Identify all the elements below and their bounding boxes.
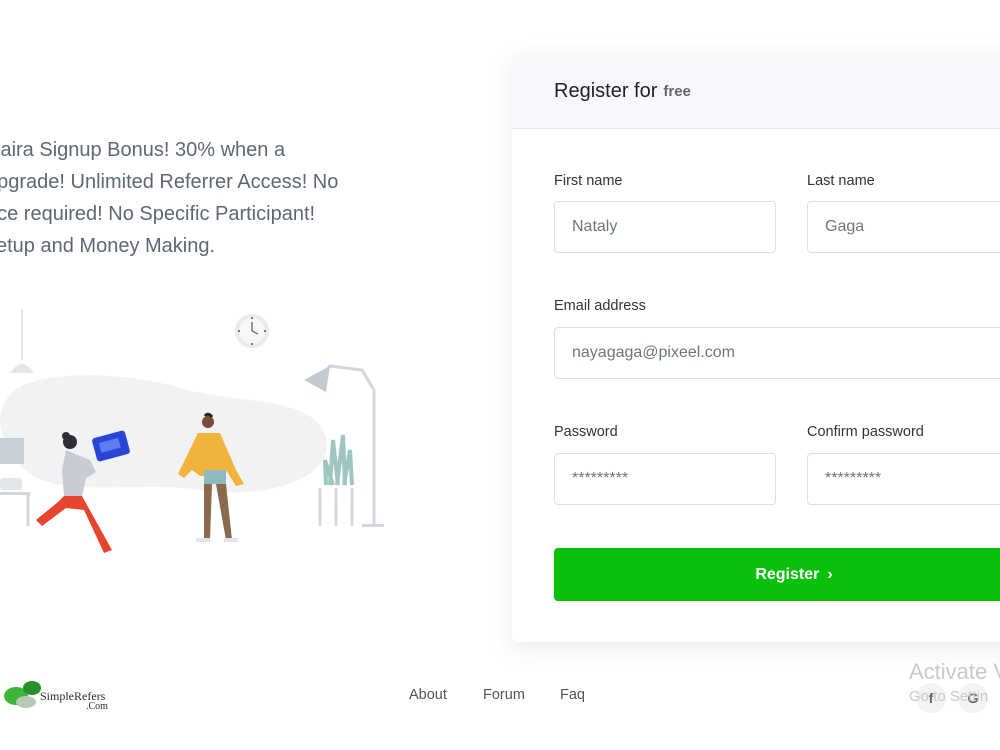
footer-link-about[interactable]: About — [409, 687, 447, 703]
footer-link-forum[interactable]: Forum — [483, 687, 525, 703]
register-card: Register for free First name Nataly Last… — [512, 54, 1000, 642]
promo-text: Naira Signup Bonus! 30% when a upgrade! … — [0, 134, 386, 262]
card-title: Register for — [554, 79, 658, 102]
email-label: Email address — [554, 298, 646, 314]
card-title-suffix: free — [663, 82, 691, 100]
background-blob — [0, 375, 327, 493]
email-input[interactable]: nayagaga@pixeel.com — [554, 327, 1000, 379]
confirm-password-placeholder: ********* — [825, 470, 882, 487]
footer-link-faq[interactable]: Faq — [560, 687, 585, 703]
first-name-label: First name — [554, 173, 623, 189]
card-header: Register for free — [512, 54, 1000, 129]
password-input[interactable]: ********* — [554, 453, 776, 505]
promo-line: nce required! No Specific Participant! — [0, 203, 316, 225]
chevron-right-icon: › — [827, 565, 833, 583]
first-name-placeholder: Nataly — [572, 218, 618, 235]
first-name-input[interactable]: Nataly — [554, 201, 776, 253]
promo-line: Naira Signup Bonus! 30% when a — [0, 139, 286, 161]
confirm-password-label: Confirm password — [807, 424, 924, 440]
last-name-label: Last name — [807, 173, 875, 189]
register-button-label: Register — [755, 565, 820, 583]
pendant-lamp — [10, 364, 34, 373]
email-placeholder: nayagaga@pixeel.com — [572, 344, 736, 361]
activation-watermark-title: Activate V — [909, 659, 1000, 684]
confirm-password-input[interactable]: ********* — [807, 453, 1000, 505]
hero-illustration — [0, 310, 384, 553]
last-name-placeholder: Gaga — [825, 218, 865, 235]
promo-line: setup and Money Making. — [0, 235, 216, 257]
logo-subtext: .Com — [86, 701, 108, 712]
activation-watermark-subtitle: Go to Settin — [909, 688, 989, 705]
register-button[interactable]: Register › — [554, 548, 1000, 601]
clock-icon — [235, 314, 269, 348]
site-logo[interactable]: SimpleRefers .Com — [0, 676, 120, 716]
promo-line: upgrade! Unlimited Referrer Access! No — [0, 171, 339, 193]
password-placeholder: ********* — [572, 470, 629, 487]
last-name-input[interactable]: Gaga — [807, 201, 1000, 253]
password-label: Password — [554, 424, 618, 440]
